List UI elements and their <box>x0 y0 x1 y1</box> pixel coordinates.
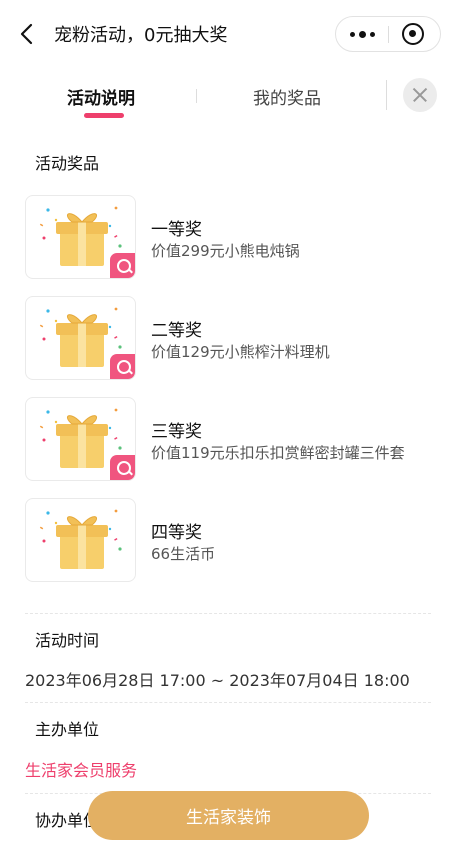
tab-my-prizes[interactable]: 我的奖品 <box>253 84 321 109</box>
active-tab-indicator <box>84 113 124 118</box>
section-divider <box>25 613 431 614</box>
section-divider <box>25 702 431 703</box>
section-title-time: 活动时间 <box>27 627 106 657</box>
section-title-organizer: 主办单位 <box>27 716 106 746</box>
gift-icon <box>25 397 136 481</box>
prize-desc: 价值119元乐扣乐扣赏鲜密封罐三件套 <box>151 444 405 462</box>
section-title-text: 活动时间 <box>35 631 100 650</box>
more-icon[interactable] <box>336 17 388 51</box>
tab-divider <box>196 89 197 103</box>
prize-item[interactable]: 二等奖 价值129元小熊榨汁料理机 <box>25 296 425 380</box>
close-icon[interactable] <box>403 78 437 112</box>
prize-desc: 66生活币 <box>151 545 216 563</box>
cta-button[interactable]: 生活家装饰 <box>88 791 369 840</box>
section-title-text: 活动奖品 <box>35 154 100 173</box>
mini-program-capsule <box>335 16 441 52</box>
page-title: 宠粉活动，0元抽大奖 <box>54 25 228 46</box>
zoom-icon[interactable] <box>110 354 135 379</box>
gift-icon <box>25 498 136 582</box>
back-icon[interactable] <box>16 20 40 48</box>
prize-name: 四等奖 <box>151 523 202 543</box>
prize-item[interactable]: 四等奖 66生活币 <box>25 498 425 582</box>
prize-desc: 价值299元小熊电炖锅 <box>151 242 300 260</box>
prize-name: 三等奖 <box>151 422 202 442</box>
tab-activity-info[interactable]: 活动说明 <box>67 84 135 109</box>
zoom-icon[interactable] <box>110 253 135 278</box>
zoom-icon[interactable] <box>110 455 135 480</box>
organizer-link[interactable]: 生活家会员服务 <box>25 757 137 781</box>
exit-icon[interactable] <box>402 23 424 45</box>
section-title-text: 主办单位 <box>35 720 100 739</box>
activity-time: 2023年06月28日 17:00 ~ 2023年07月04日 18:00 <box>25 671 410 690</box>
capsule-divider <box>388 26 389 43</box>
nav-bar: 宠粉活动，0元抽大奖 <box>0 0 451 68</box>
prize-name: 一等奖 <box>151 220 202 240</box>
prize-desc: 价值129元小熊榨汁料理机 <box>151 343 330 361</box>
prize-item[interactable]: 一等奖 价值299元小熊电炖锅 <box>25 195 425 279</box>
section-title-prizes: 活动奖品 <box>27 150 106 180</box>
gift-icon <box>25 195 136 279</box>
prize-item[interactable]: 三等奖 价值119元乐扣乐扣赏鲜密封罐三件套 <box>25 397 425 481</box>
tab-divider <box>386 80 387 110</box>
prize-name: 二等奖 <box>151 321 202 341</box>
gift-icon <box>25 296 136 380</box>
tab-bar: 活动说明 我的奖品 <box>0 76 451 126</box>
